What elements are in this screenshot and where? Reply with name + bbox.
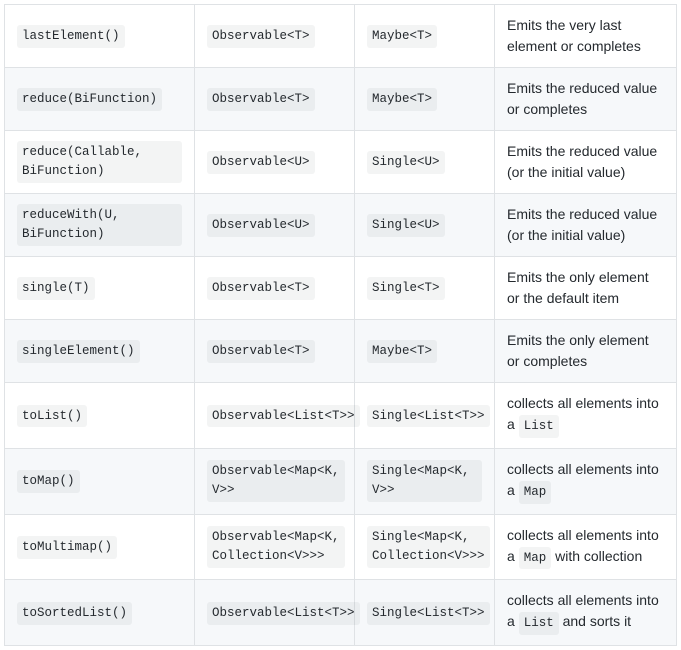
operator-code: toMultimap() — [17, 536, 117, 559]
source-cell: Observable<T> — [195, 320, 355, 383]
table-row: reduce(BiFunction) Observable<T> Maybe<T> E… — [5, 68, 677, 131]
source-type-code: Observable<Map<K, Collection<V>>> — [207, 526, 345, 568]
source-type-code: Observable<T> — [207, 88, 315, 111]
table-row: single(T) Observable<T> Single<T> Emits the… — [5, 257, 677, 320]
source-type-code: Observable<T> — [207, 277, 315, 300]
source-type-code: Observable<Map<K, V>> — [207, 460, 345, 502]
source-cell: Observable<U> — [195, 131, 355, 194]
description-cell: Emits the very last element or completes — [495, 5, 677, 68]
result-cell: Maybe<T> — [355, 5, 495, 68]
table-row: toList() Observable<List<T>> Single<List<T… — [5, 383, 677, 449]
table-row: singleElement() Observable<T> Maybe<T> Emit… — [5, 320, 677, 383]
description-code: List — [519, 415, 559, 438]
operator-cell: toSortedList() — [5, 580, 195, 646]
operator-code: toMap() — [17, 470, 80, 493]
operator-cell: singleElement() — [5, 320, 195, 383]
description-text: Emits the only element or the default it… — [507, 269, 649, 306]
description-cell: Emits the reduced value or completes — [495, 68, 677, 131]
result-type-code: Single<Map<K, Collection<V>>> — [367, 526, 490, 568]
source-type-code: Observable<U> — [207, 151, 315, 174]
table-row: toSortedList() Observable<List<T>> Single<… — [5, 580, 677, 646]
description-code: Map — [519, 481, 552, 504]
operator-cell: single(T) — [5, 257, 195, 320]
source-type-code: Observable<List<T>> — [207, 602, 360, 625]
description-text-after: with collection — [551, 548, 642, 564]
table-row: toMap() Observable<Map<K, V>> Single<Map<K… — [5, 448, 677, 514]
source-cell: Observable<List<T>> — [195, 383, 355, 449]
result-type-code: Single<Map<K, V>> — [367, 460, 482, 502]
operator-cell: toMultimap() — [5, 514, 195, 580]
description-cell: Emits the only element or completes — [495, 320, 677, 383]
result-type-code: Single<U> — [367, 214, 445, 237]
result-type-code: Maybe<T> — [367, 88, 437, 111]
source-cell: Observable<U> — [195, 194, 355, 257]
description-cell: collects all elements into a Map with co… — [495, 514, 677, 580]
description-text: Emits the reduced value (or the initial … — [507, 143, 657, 180]
description-code: Map — [519, 547, 552, 570]
result-cell: Single<List<T>> — [355, 580, 495, 646]
operator-cell: toMap() — [5, 448, 195, 514]
result-type-code: Single<U> — [367, 151, 445, 174]
result-cell: Maybe<T> — [355, 68, 495, 131]
result-cell: Maybe<T> — [355, 320, 495, 383]
operator-cell: toList() — [5, 383, 195, 449]
description-text: Emits the reduced value (or the initial … — [507, 206, 657, 243]
result-type-code: Single<List<T>> — [367, 405, 490, 428]
description-cell: Emits the only element or the default it… — [495, 257, 677, 320]
operator-cell: reduce(BiFunction) — [5, 68, 195, 131]
operator-cell: lastElement() — [5, 5, 195, 68]
source-cell: Observable<T> — [195, 5, 355, 68]
description-text: Emits the reduced value or completes — [507, 80, 657, 117]
description-text: Emits the very last element or completes — [507, 17, 641, 54]
table-row: toMultimap() Observable<Map<K, Collection… — [5, 514, 677, 580]
operators-table: lastElement() Observable<T> Maybe<T> Emits … — [4, 4, 677, 646]
source-type-code: Observable<T> — [207, 25, 315, 48]
result-type-code: Single<List<T>> — [367, 602, 490, 625]
operator-code: lastElement() — [17, 25, 125, 48]
source-cell: Observable<Map<K, V>> — [195, 448, 355, 514]
result-cell: Single<U> — [355, 131, 495, 194]
table-row: reduceWith(U, BiFunction) Observable<U> Si… — [5, 194, 677, 257]
result-cell: Single<T> — [355, 257, 495, 320]
result-cell: Single<List<T>> — [355, 383, 495, 449]
operator-code: toSortedList() — [17, 602, 132, 625]
operator-code: reduce(Callable, BiFunction) — [17, 141, 182, 183]
source-type-code: Observable<T> — [207, 340, 315, 363]
result-cell: Single<U> — [355, 194, 495, 257]
description-cell: collects all elements into a List and so… — [495, 580, 677, 646]
operator-code: singleElement() — [17, 340, 140, 363]
source-cell: Observable<List<T>> — [195, 580, 355, 646]
operator-code: single(T) — [17, 277, 95, 300]
result-cell: Single<Map<K, V>> — [355, 448, 495, 514]
source-type-code: Observable<List<T>> — [207, 405, 360, 428]
description-cell: Emits the reduced value (or the initial … — [495, 131, 677, 194]
description-cell: collects all elements into a List — [495, 383, 677, 449]
source-cell: Observable<Map<K, Collection<V>>> — [195, 514, 355, 580]
operator-code: reduceWith(U, BiFunction) — [17, 204, 182, 246]
source-cell: Observable<T> — [195, 257, 355, 320]
description-cell: collects all elements into a Map — [495, 448, 677, 514]
source-cell: Observable<T> — [195, 68, 355, 131]
description-cell: Emits the reduced value (or the initial … — [495, 194, 677, 257]
table-row: reduce(Callable, BiFunction) Observable<U… — [5, 131, 677, 194]
result-type-code: Maybe<T> — [367, 25, 437, 48]
operator-code: reduce(BiFunction) — [17, 88, 162, 111]
operator-code: toList() — [17, 405, 87, 428]
result-type-code: Maybe<T> — [367, 340, 437, 363]
result-cell: Single<Map<K, Collection<V>>> — [355, 514, 495, 580]
description-text-after: and sorts it — [559, 613, 631, 629]
operator-cell: reduceWith(U, BiFunction) — [5, 194, 195, 257]
description-code: List — [519, 612, 559, 635]
table-row: lastElement() Observable<T> Maybe<T> Emits … — [5, 5, 677, 68]
source-type-code: Observable<U> — [207, 214, 315, 237]
description-text: Emits the only element or completes — [507, 332, 649, 369]
operator-cell: reduce(Callable, BiFunction) — [5, 131, 195, 194]
result-type-code: Single<T> — [367, 277, 445, 300]
